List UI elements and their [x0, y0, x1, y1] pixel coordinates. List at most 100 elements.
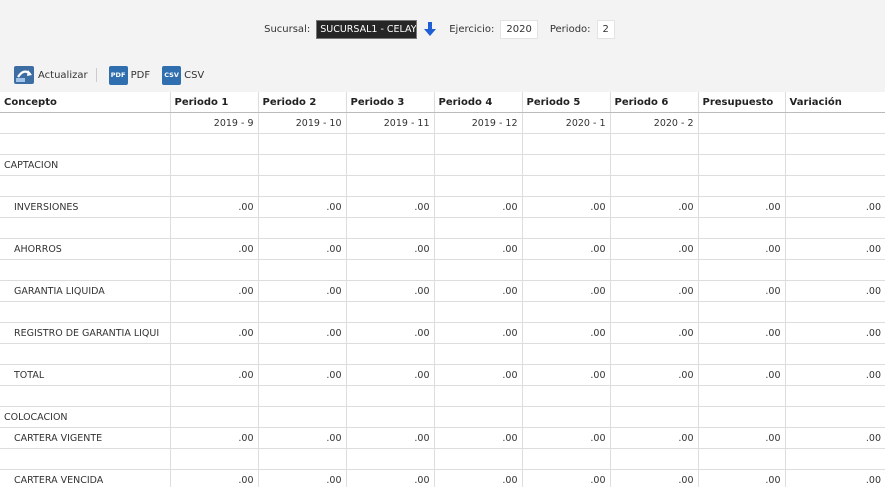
col-header-periodo-6[interactable]: Periodo 6: [609, 92, 698, 113]
spacer-row: [0, 133, 885, 155]
value-cell: .00: [784, 364, 885, 386]
table-cell: [784, 217, 885, 239]
table-cell: [0, 385, 170, 407]
ejercicio-field[interactable]: 2020: [500, 19, 538, 39]
value-cell: .00: [433, 469, 522, 487]
value-cell: .00: [521, 427, 610, 449]
value-cell: .00: [697, 469, 785, 487]
value-cell: .00: [257, 427, 346, 449]
table-cell: [433, 301, 522, 323]
col-header-concepto[interactable]: Concepto: [0, 92, 170, 113]
value-cell: .00: [784, 196, 885, 218]
row-label: REGISTRO DE GARANTIA LIQUI: [0, 322, 170, 344]
value-cell: .00: [697, 238, 785, 260]
value-cell: .00: [257, 364, 346, 386]
value-cell: .00: [697, 427, 785, 449]
table-cell: [257, 133, 346, 155]
table-cell: [697, 112, 785, 134]
table-cell: [257, 175, 346, 197]
table-cell: [609, 385, 698, 407]
value-cell: .00: [345, 427, 434, 449]
apply-branch-button[interactable]: [423, 21, 437, 38]
report-table-container[interactable]: Concepto Periodo 1 Periodo 2 Periodo 3 P…: [0, 92, 885, 487]
table-cell: [521, 406, 610, 428]
table-cell: [345, 217, 434, 239]
value-cell: .00: [609, 322, 698, 344]
table-cell: [433, 154, 522, 176]
periodo-label: Periodo:: [549, 23, 591, 35]
data-row-cartera-vigente: CARTERA VIGENTE .00.00.00.00.00.00.00.00: [0, 427, 885, 449]
value-cell: .00: [697, 322, 785, 344]
table-cell: [169, 343, 258, 365]
table-cell: [257, 406, 346, 428]
section-row-colocacion: COLOCACION: [0, 406, 885, 428]
col-header-periodo-1[interactable]: Periodo 1: [169, 92, 258, 113]
table-cell: [784, 301, 885, 323]
table-cell: [257, 217, 346, 239]
col-header-periodo-4[interactable]: Periodo 4: [433, 92, 522, 113]
table-cell: [0, 259, 170, 281]
row-label: INVERSIONES: [0, 196, 170, 218]
csv-button[interactable]: CSV CSV: [162, 65, 204, 85]
table-cell: [521, 343, 610, 365]
table-cell: [257, 154, 346, 176]
col-header-periodo-3[interactable]: Periodo 3: [345, 92, 434, 113]
ejercicio-label: Ejercicio:: [449, 23, 495, 35]
table-cell: [345, 259, 434, 281]
value-cell: .00: [433, 427, 522, 449]
table-cell: [697, 217, 785, 239]
period-cell: 2020 - 2: [609, 112, 698, 134]
periodo-field[interactable]: 2: [596, 19, 615, 39]
sucursal-select[interactable]: SUCURSAL1 - CELAYA: [316, 19, 418, 39]
value-cell: .00: [433, 280, 522, 302]
actualizar-button[interactable]: Actualizar: [13, 65, 88, 85]
row-label: GARANTIA LIQUIDA: [0, 280, 170, 302]
spacer-row: [0, 448, 885, 470]
table-cell: [609, 301, 698, 323]
value-cell: .00: [169, 364, 258, 386]
value-cell: .00: [257, 322, 346, 344]
table-cell: [609, 217, 698, 239]
col-header-periodo-2[interactable]: Periodo 2: [257, 92, 346, 113]
table-cell: [169, 448, 258, 470]
table-cell: [609, 406, 698, 428]
value-cell: .00: [433, 322, 522, 344]
table-cell: [521, 301, 610, 323]
table-cell: [784, 343, 885, 365]
table-cell: [697, 406, 785, 428]
table-cell: [345, 175, 434, 197]
pdf-button[interactable]: PDF PDF: [108, 65, 150, 85]
table-cell: [345, 154, 434, 176]
table-cell: [433, 448, 522, 470]
value-cell: .00: [784, 427, 885, 449]
toolbar-divider: [95, 68, 97, 82]
value-cell: .00: [521, 238, 610, 260]
arrow-down-icon: [424, 22, 437, 36]
period-cell: 2019 - 12: [433, 112, 522, 134]
value-cell: .00: [345, 322, 434, 344]
csv-icon: CSV: [162, 65, 182, 85]
value-cell: .00: [784, 469, 885, 487]
table-cell: [169, 385, 258, 407]
table-cell: [169, 301, 258, 323]
col-header-periodo-5[interactable]: Periodo 5: [521, 92, 610, 113]
actualizar-label: Actualizar: [38, 69, 88, 81]
value-cell: .00: [521, 280, 610, 302]
value-cell: .00: [257, 469, 346, 487]
col-header-variacion[interactable]: Variación: [784, 92, 885, 113]
table-cell: [433, 217, 522, 239]
data-row-inversiones: INVERSIONES .00.00.00.00.00.00.00.00: [0, 196, 885, 218]
table-cell: [257, 343, 346, 365]
table-cell: [609, 175, 698, 197]
table-cell: [784, 133, 885, 155]
col-header-presupuesto[interactable]: Presupuesto: [697, 92, 785, 113]
table-cell: [521, 217, 610, 239]
table-cell: [345, 385, 434, 407]
spacer-row: [0, 343, 885, 365]
table-cell: [433, 406, 522, 428]
table-cell: [169, 133, 258, 155]
table-cell: [521, 154, 610, 176]
value-cell: .00: [697, 196, 785, 218]
value-cell: .00: [169, 280, 258, 302]
value-cell: .00: [521, 469, 610, 487]
